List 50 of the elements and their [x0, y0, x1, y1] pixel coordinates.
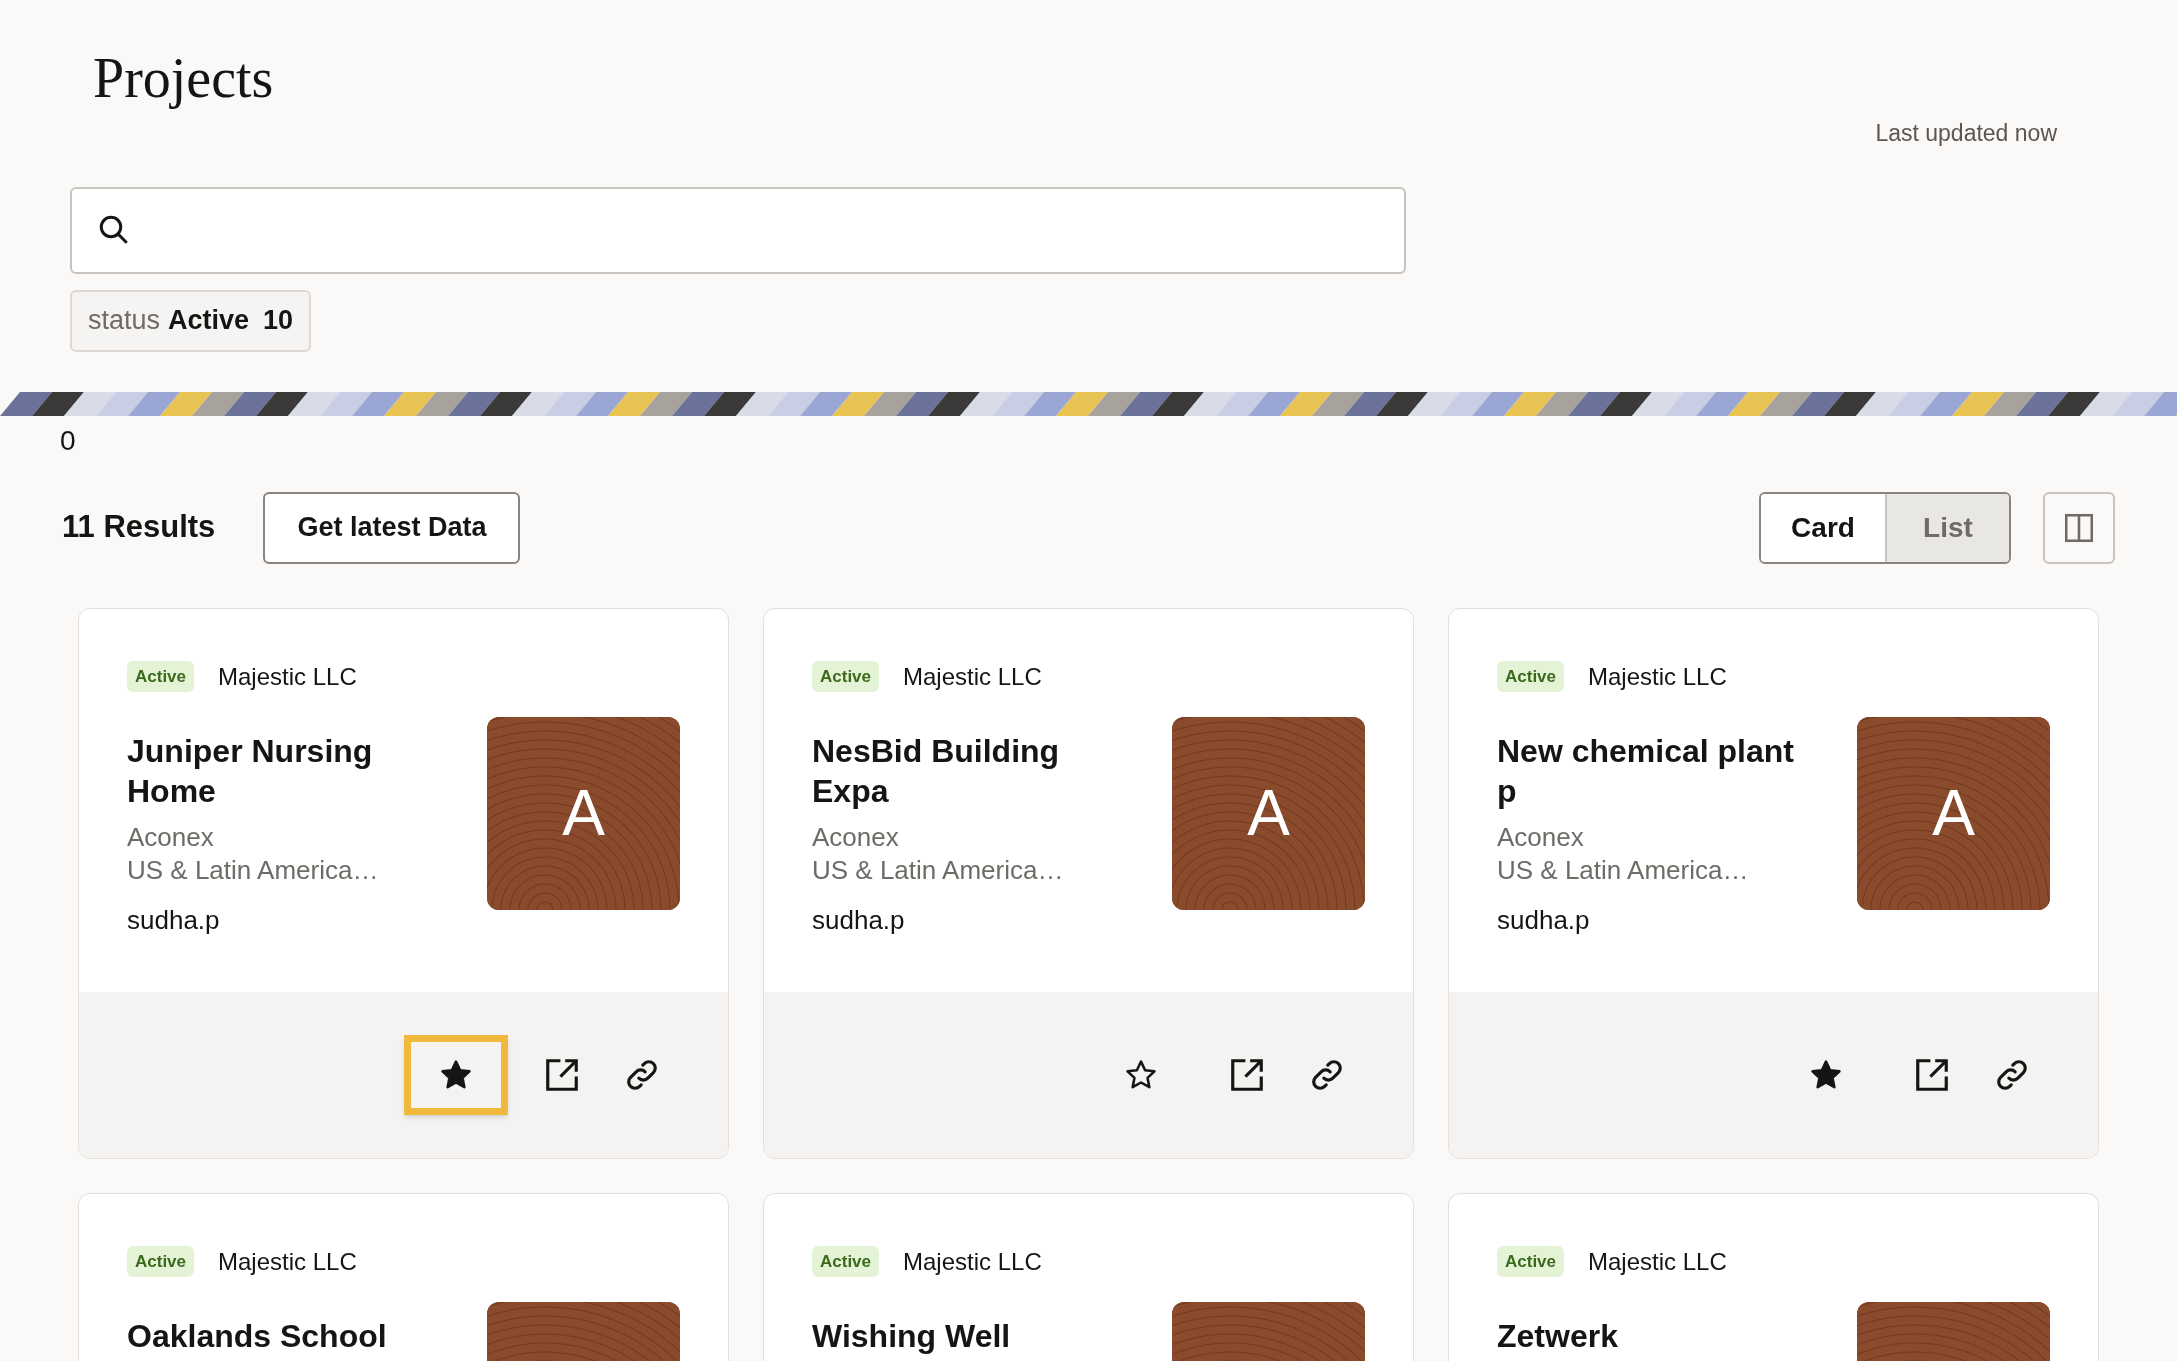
organization-name: Aconex — [1497, 820, 1585, 854]
organization-name: Aconex — [127, 820, 215, 854]
filter-label: status — [88, 304, 161, 338]
company-name: Majestic LLC — [903, 1246, 1042, 1277]
banner-counter: 0 — [60, 423, 76, 458]
region-name: US & Latin America… — [1497, 853, 1750, 887]
view-toggle-tab[interactable]: Card — [1761, 493, 1885, 562]
search-field[interactable] — [70, 186, 1406, 274]
region-name: US & Latin America… — [127, 853, 380, 887]
thumbnail-letter: A — [1247, 781, 1290, 845]
project-title: NesBid Building Expa — [812, 731, 1061, 811]
thumbnail-letter: A — [1932, 781, 1975, 845]
company-name: Majestic LLC — [903, 661, 1042, 692]
filter-count: 10 — [263, 304, 294, 338]
organization-name: Aconex — [812, 820, 900, 854]
project-title: Juniper Nursing Home — [127, 731, 374, 811]
filter-value: Active — [168, 304, 250, 338]
owner-name: sudha.p — [127, 903, 221, 937]
project-card[interactable]: Active Majestic LLC Oaklands School — [78, 1192, 729, 1361]
filter-chip[interactable]: status Active 10 — [70, 289, 312, 352]
company-name: Majestic LLC — [1588, 661, 1727, 692]
last-updated-text: Last updated now — [1875, 119, 2057, 148]
region-name: US & Latin America… — [812, 853, 1065, 887]
page-title: Projects — [93, 46, 274, 111]
project-card[interactable]: Active Majestic LLC Juniper Nursing Home Aconex US & Latin America… sudha.p A — [78, 607, 729, 1159]
owner-name: sudha.p — [812, 903, 906, 937]
results-count: 11 Results — [62, 508, 216, 547]
project-card[interactable]: Active Majestic LLC Wishing Well — [763, 1192, 1414, 1361]
project-card[interactable]: Active Majestic LLC Zetwerk — [1448, 1192, 2099, 1361]
status-badge: Active — [812, 660, 880, 693]
project-title: Oaklands School — [127, 1316, 388, 1356]
view-toggle-tab[interactable]: List — [1885, 493, 2009, 562]
thumbnail-letter: A — [562, 781, 605, 845]
project-title: Zetwerk — [1497, 1316, 1619, 1356]
status-badge: Active — [1497, 1245, 1565, 1278]
company-name: Majestic LLC — [1588, 1246, 1727, 1277]
company-name: Majestic LLC — [218, 1246, 357, 1277]
get-latest-data-button[interactable]: Get latest Data — [263, 491, 521, 564]
split-view-button[interactable] — [2043, 491, 2115, 564]
project-card[interactable]: Active Majestic LLC New chemical plant p Aconex US & Latin America… sudha.p A — [1448, 607, 2099, 1159]
status-badge: Active — [812, 1245, 880, 1278]
status-badge: Active — [127, 1245, 195, 1278]
status-badge: Active — [127, 660, 195, 693]
company-name: Majestic LLC — [218, 661, 357, 692]
project-title: Wishing Well — [812, 1316, 1012, 1356]
project-card[interactable]: Active Majestic LLC NesBid Building Expa Aconex US & Latin America… sudha.p A — [763, 607, 1414, 1159]
favorite-button[interactable] — [404, 1034, 508, 1115]
project-title: New chemical plant p — [1497, 731, 1795, 811]
owner-name: sudha.p — [1497, 903, 1591, 937]
status-badge: Active — [1497, 660, 1565, 693]
